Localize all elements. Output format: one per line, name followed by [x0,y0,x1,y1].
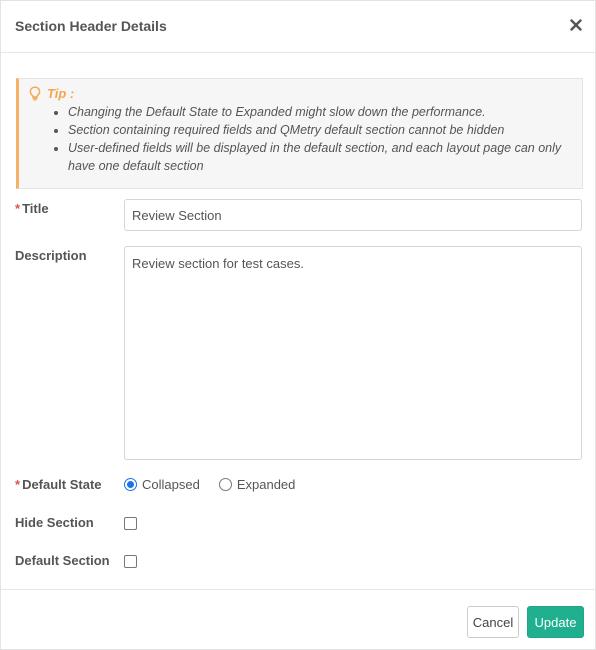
radio-collapsed-button[interactable] [124,478,137,491]
update-button[interactable]: Update [527,606,584,638]
hide-section-label: Hide Section [15,515,94,530]
dialog-header: Section Header Details [1,1,595,53]
description-label: Description [15,248,87,263]
dialog-title: Section Header Details [15,18,167,34]
description-textarea[interactable]: Review section for test cases. [124,246,582,460]
dialog-footer: Cancel Update [1,589,595,650]
radio-expanded[interactable]: Expanded [218,477,296,492]
title-input[interactable]: Review Section [124,199,582,231]
required-mark: * [15,477,21,492]
close-icon[interactable] [570,19,584,33]
default-section-label: Default Section [15,553,110,568]
tip-header: Tip : [29,86,74,101]
radio-expanded-label: Expanded [236,477,296,492]
tip-box: Tip : Changing the Default State to Expa… [16,78,583,189]
tip-item: Section containing required fields and Q… [68,121,578,139]
default-state-radio-group: Collapsed Expanded [124,477,295,492]
default-section-checkbox[interactable] [124,555,137,568]
tip-item: User-defined fields will be displayed in… [68,139,578,175]
radio-expanded-button[interactable] [218,478,232,491]
cancel-button[interactable]: Cancel [467,606,519,638]
required-mark: * [15,201,21,216]
radio-collapsed[interactable]: Collapsed [124,477,200,492]
lightbulb-icon [29,86,41,101]
hide-section-checkbox[interactable] [124,517,137,530]
tip-list: Changing the Default State to Expanded m… [68,103,578,175]
radio-collapsed-label: Collapsed [142,477,200,492]
title-label: * Title [15,201,49,216]
section-header-details-dialog: Section Header Details Tip : Changing th… [0,0,596,650]
default-state-label: * Default State [15,477,102,492]
tip-item: Changing the Default State to Expanded m… [68,103,578,121]
tip-label: Tip : [47,86,75,101]
